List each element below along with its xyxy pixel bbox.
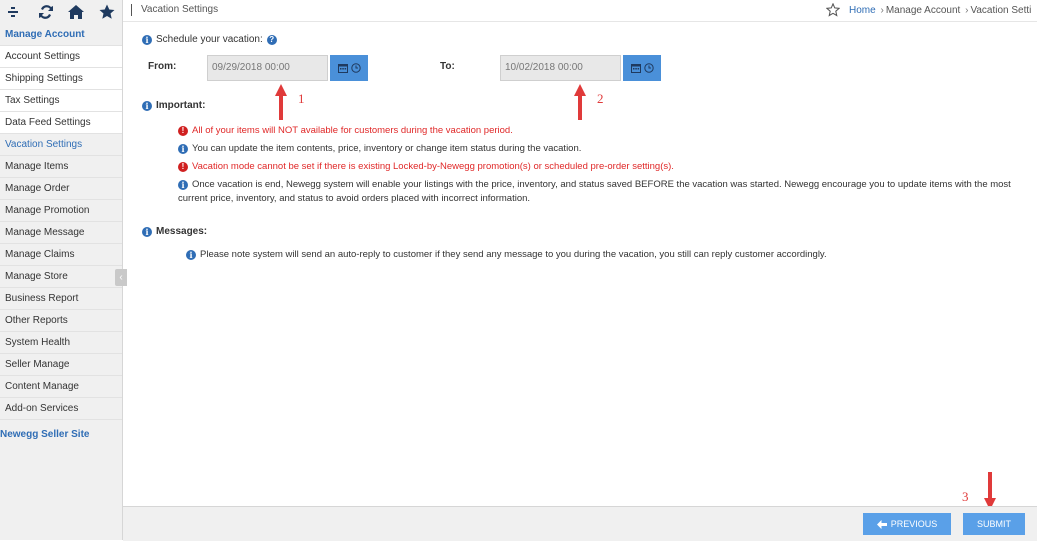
sidebar-item-other-reports[interactable]: Other Reports <box>0 310 122 332</box>
sidebar-item-vacation-settings[interactable]: Vacation Settings <box>0 134 122 156</box>
favorite-star-icon[interactable] <box>825 2 841 20</box>
annotation-number-1: 1 <box>298 91 305 106</box>
to-label: To: <box>440 61 455 72</box>
sidebar-item-business-report[interactable]: Business Report <box>0 288 122 310</box>
previous-button[interactable]: PREVIOUS <box>863 513 951 535</box>
to-date-picker-button[interactable] <box>623 55 661 81</box>
warning-icon: ! <box>178 161 188 172</box>
page-title: Vacation Settings <box>141 4 219 15</box>
important-item-3: ! Vacation mode cannot be set if there is… <box>178 161 674 172</box>
sidebar-item-add-on-services[interactable]: Add-on Services <box>0 398 122 420</box>
sidebar-item-manage-message[interactable]: Manage Message <box>0 222 122 244</box>
sidebar-item-manage-order[interactable]: Manage Order <box>0 178 122 200</box>
warning-icon: ! <box>178 125 188 136</box>
title-divider <box>131 4 132 16</box>
sidebar-item-manage-promotion[interactable]: Manage Promotion <box>0 200 122 222</box>
important-item-4: i Once vacation is end, Newegg system wil… <box>178 179 1011 190</box>
sidebar-item-system-health[interactable]: System Health <box>0 332 122 354</box>
important-item-4-continued: current price, inventory, and status to … <box>178 193 531 204</box>
footer-bar: PREVIOUS SUBMIT <box>123 506 1037 541</box>
important-item-text: All of your items will NOT available for… <box>192 125 513 136</box>
info-icon: i <box>142 34 152 45</box>
breadcrumb-home[interactable]: Home <box>849 5 876 16</box>
annotation-number-2: 2 <box>597 91 604 106</box>
annotation-arrow-up-2 <box>574 84 586 120</box>
sidebar-link-newegg-seller-site[interactable]: Newegg Seller Site <box>0 424 122 445</box>
menu-icon[interactable] <box>0 0 31 24</box>
annotation-arrow-down-3 <box>984 472 996 510</box>
sidebar-item-manage-items[interactable]: Manage Items <box>0 156 122 178</box>
info-icon: i <box>142 100 152 111</box>
clock-icon <box>643 63 654 73</box>
sidebar-item-manage-store[interactable]: Manage Store <box>0 266 122 288</box>
top-bar: Vacation Settings Home › Manage Account ›… <box>123 0 1037 22</box>
sidebar-item-account-settings[interactable]: Account Settings <box>0 46 122 68</box>
messages-heading: i Messages: <box>142 226 207 237</box>
messages-item: i Please note system will send an auto-re… <box>186 249 827 260</box>
breadcrumb-separator: › <box>880 5 884 16</box>
sidebar-item-manage-claims[interactable]: Manage Claims <box>0 244 122 266</box>
important-item-text: Once vacation is end, Newegg system will… <box>192 179 1011 190</box>
submit-button[interactable]: SUBMIT <box>963 513 1025 535</box>
refresh-icon[interactable] <box>31 0 62 24</box>
home-icon[interactable] <box>61 0 92 24</box>
important-heading: i Important: <box>142 100 205 111</box>
sidebar-toolbar <box>0 0 122 24</box>
breadcrumb-manage-account[interactable]: Manage Account <box>886 5 961 16</box>
important-item-1: ! All of your items will NOT available fo… <box>178 125 513 136</box>
messages-title: Messages: <box>156 226 208 237</box>
important-title: Important: <box>156 100 206 111</box>
important-item-2: i You can update the item contents, price… <box>178 143 581 154</box>
annotation-arrow-up-1 <box>275 84 287 120</box>
from-date-input[interactable]: 09/29/2018 00:00 <box>207 55 328 81</box>
important-item-text: Vacation mode cannot be set if there is … <box>192 161 674 172</box>
info-icon: i <box>178 179 188 190</box>
important-item-text: You can update the item contents, price,… <box>192 143 582 154</box>
to-date-input[interactable]: 10/02/2018 00:00 <box>500 55 621 81</box>
info-icon: i <box>142 226 152 237</box>
messages-text: Please note system will send an auto-rep… <box>200 249 827 260</box>
info-icon: i <box>178 143 188 154</box>
schedule-row: i Schedule your vacation:? <box>142 34 277 45</box>
previous-button-label: PREVIOUS <box>890 519 938 529</box>
schedule-label: Schedule your vacation: <box>156 34 263 45</box>
clock-icon <box>350 63 361 73</box>
star-icon[interactable] <box>92 0 123 24</box>
sidebar-item-content-manage[interactable]: Content Manage <box>0 376 122 398</box>
sidebar-item-tax-settings[interactable]: Tax Settings <box>0 90 122 112</box>
sidebar-section-manage-account[interactable]: Manage Account <box>0 24 122 46</box>
sidebar-collapse-toggle[interactable]: ‹ <box>115 269 127 286</box>
sidebar-item-data-feed-settings[interactable]: Data Feed Settings <box>0 112 122 134</box>
help-icon[interactable]: ? <box>266 34 277 45</box>
info-icon: i <box>186 249 196 260</box>
from-date-picker-button[interactable] <box>330 55 368 81</box>
calendar-icon <box>337 64 348 73</box>
sidebar-item-seller-manage[interactable]: Seller Manage <box>0 354 122 376</box>
arrow-left-icon <box>876 519 887 529</box>
sidebar-item-shipping-settings[interactable]: Shipping Settings <box>0 68 122 90</box>
sidebar: Manage Account Account Settings Shipping… <box>0 0 123 540</box>
breadcrumb: Home › Manage Account › Vacation Setti <box>849 5 1031 16</box>
calendar-icon <box>630 64 641 73</box>
from-label: From: <box>148 61 177 72</box>
breadcrumb-vacation-settings: Vacation Setti <box>970 5 1032 16</box>
annotation-number-3: 3 <box>962 489 969 504</box>
